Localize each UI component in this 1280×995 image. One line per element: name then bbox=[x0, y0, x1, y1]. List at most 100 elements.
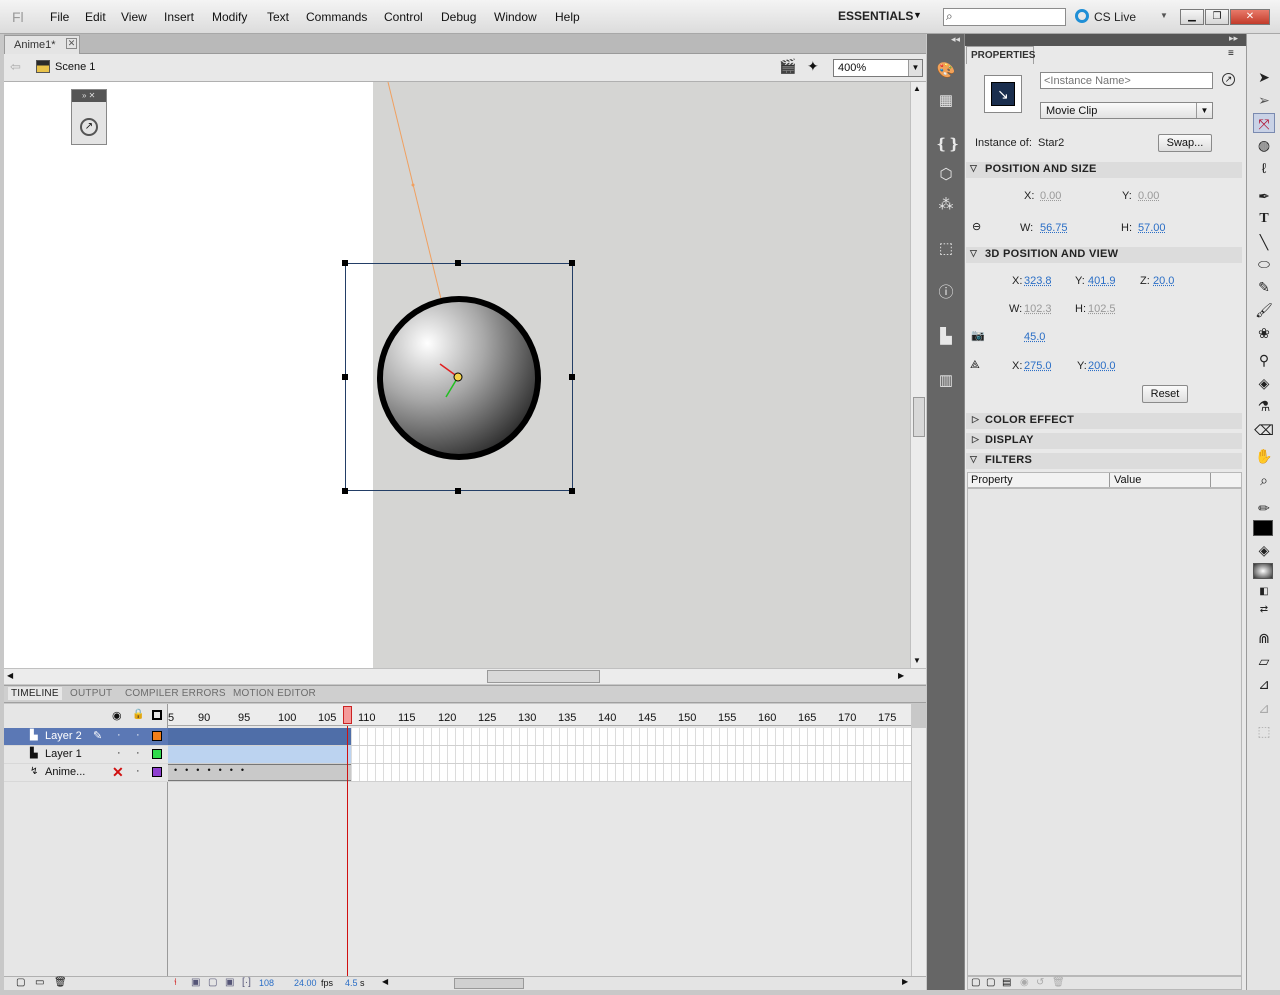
text-tool-icon[interactable]: T bbox=[1253, 209, 1275, 229]
tab-timeline[interactable]: TIMELINE bbox=[8, 687, 62, 700]
layer-color-swatch[interactable] bbox=[152, 767, 162, 777]
frame-ruler[interactable]: 5 90 95 100 105 110 115 120 125 130 135 … bbox=[168, 704, 911, 726]
add-filter-icon[interactable]: ▢ bbox=[971, 977, 980, 988]
free-transform-tool-icon[interactable]: ⤧ bbox=[1253, 113, 1275, 133]
stroke-color-swatch[interactable] bbox=[1253, 520, 1273, 536]
new-folder-icon[interactable]: ▭ bbox=[35, 977, 44, 988]
transform-handle[interactable] bbox=[569, 260, 575, 266]
link-proportions-icon[interactable]: ⊖ bbox=[972, 220, 981, 233]
fill-color-icon[interactable]: ◈ bbox=[1253, 540, 1275, 560]
vanishing-y-value[interactable]: 200.0 bbox=[1088, 360, 1116, 372]
w-value[interactable]: 56.75 bbox=[1040, 222, 1068, 234]
onion-outline-icon[interactable]: ▢ bbox=[208, 977, 217, 988]
restore-button[interactable]: ❐ bbox=[1205, 9, 1229, 25]
delete-layer-icon[interactable]: 🗑 bbox=[54, 977, 67, 988]
stage-vertical-scrollbar[interactable]: ▲ ▼ bbox=[910, 82, 926, 668]
chevron-down-icon[interactable]: ▼ bbox=[1196, 103, 1212, 118]
new-layer-icon[interactable]: ▢ bbox=[16, 977, 25, 988]
selection-tool-icon[interactable]: ➤ bbox=[1253, 67, 1275, 87]
collapse-panel-icon[interactable]: ◂◂ bbox=[951, 34, 960, 45]
reset-button[interactable]: Reset bbox=[1142, 385, 1188, 403]
y3d-value[interactable]: 401.9 bbox=[1088, 275, 1116, 287]
frame-row[interactable] bbox=[168, 746, 911, 764]
transform-handle[interactable] bbox=[455, 260, 461, 266]
actions-icon[interactable]: ❴❵ bbox=[935, 134, 960, 156]
minimize-button[interactable]: ▁ bbox=[1180, 9, 1204, 25]
scroll-right-icon[interactable]: ▶ bbox=[898, 671, 904, 680]
scroll-up-icon[interactable]: ▲ bbox=[913, 84, 921, 93]
transform-handle[interactable] bbox=[455, 488, 461, 494]
help-search-input[interactable] bbox=[943, 8, 1066, 26]
section-display[interactable]: ▷ DISPLAY bbox=[966, 433, 1242, 449]
scroll-right-icon[interactable]: ▶ bbox=[902, 977, 908, 986]
tab-motion-editor[interactable]: MOTION EDITOR bbox=[233, 688, 316, 699]
tab-properties[interactable]: PROPERTIES bbox=[966, 46, 1035, 64]
back-arrow-icon[interactable]: ⇦ bbox=[10, 59, 21, 75]
frame-row[interactable] bbox=[168, 728, 911, 746]
workspace-switcher[interactable]: ESSENTIALS bbox=[838, 9, 913, 23]
snap-magnet-icon[interactable]: ⋒ bbox=[1253, 628, 1275, 648]
tween-span[interactable] bbox=[168, 746, 351, 763]
section-position-size[interactable]: ▽ POSITION AND SIZE bbox=[966, 162, 1242, 178]
menu-debug[interactable]: Debug bbox=[441, 10, 476, 24]
enable-filter-icon[interactable]: ◉ bbox=[1020, 977, 1029, 988]
scroll-left-icon[interactable]: ◀ bbox=[7, 671, 13, 680]
tab-output[interactable]: OUTPUT bbox=[70, 688, 112, 699]
arrow-circle-icon[interactable]: ↗ bbox=[1222, 73, 1235, 86]
x-value[interactable]: 0.00 bbox=[1040, 190, 1061, 202]
edit-multiple-frames-icon[interactable]: ▣ bbox=[225, 977, 234, 988]
swap-colors-icon[interactable]: ⇄ bbox=[1253, 600, 1275, 620]
bone-tool-icon[interactable]: ⚲ bbox=[1253, 350, 1275, 370]
stage-horizontal-scrollbar[interactable]: ◀ ▶ bbox=[4, 668, 926, 684]
show-hide-all-icon[interactable]: ◉ bbox=[112, 709, 122, 722]
scroll-down-icon[interactable]: ▼ bbox=[913, 656, 921, 665]
hidden-x-icon[interactable]: ✕ bbox=[112, 764, 124, 781]
eraser-tool-icon[interactable]: ⌫ bbox=[1253, 420, 1275, 440]
color-palette-icon[interactable]: 🎨 bbox=[935, 60, 957, 82]
workspace-dropdown-icon[interactable]: ▼ bbox=[913, 10, 922, 20]
motion-presets-icon[interactable]: ⁂ bbox=[935, 194, 957, 216]
presets-icon[interactable]: ▢ bbox=[986, 977, 995, 988]
edit-symbols-icon[interactable]: ✦ bbox=[807, 58, 819, 75]
outline-all-icon[interactable] bbox=[152, 710, 162, 720]
layer-color-swatch[interactable] bbox=[152, 749, 162, 759]
pen-tool-icon[interactable]: ✒ bbox=[1253, 186, 1275, 206]
subselection-tool-icon[interactable]: ➢ bbox=[1253, 90, 1275, 110]
cslive-dropdown-icon[interactable]: ▼ bbox=[1160, 11, 1168, 20]
lock-dot[interactable]: · bbox=[136, 765, 140, 777]
visibility-dot[interactable]: · bbox=[117, 729, 121, 741]
tab-compiler-errors[interactable]: COMPILER ERRORS bbox=[125, 688, 226, 699]
hand-tool-icon[interactable]: ✋ bbox=[1253, 446, 1275, 466]
scene-label[interactable]: Scene 1 bbox=[55, 61, 95, 73]
symbol-type-select[interactable]: Movie Clip ▼ bbox=[1040, 102, 1213, 119]
scale-icon[interactable]: ⬚ bbox=[1253, 721, 1275, 741]
onion-skin-icon[interactable]: ▣ bbox=[191, 977, 200, 988]
y-value[interactable]: 0.00 bbox=[1138, 190, 1159, 202]
clipboard-icon[interactable]: ▤ bbox=[1002, 977, 1011, 988]
paint-bucket-tool-icon[interactable]: ◈ bbox=[1253, 373, 1275, 393]
layer-color-swatch[interactable] bbox=[152, 731, 162, 741]
document-tab[interactable]: Anime1* ✕ bbox=[4, 35, 80, 54]
scroll-left-icon[interactable]: ◀ bbox=[382, 977, 388, 986]
edit-scene-icon[interactable]: 🎬 bbox=[779, 58, 796, 75]
3d-rotation-tool-icon[interactable]: ◍ bbox=[1253, 135, 1275, 155]
close-window-button[interactable]: ✕ bbox=[1230, 9, 1270, 25]
keyframe-span[interactable]: ••••••• bbox=[168, 764, 351, 781]
center-frame-icon[interactable]: ⫮ bbox=[174, 977, 177, 988]
layer-row[interactable]: ↯ Anime... ✕ · bbox=[4, 764, 168, 782]
transform-handle[interactable] bbox=[342, 488, 348, 494]
menu-help[interactable]: Help bbox=[555, 10, 580, 24]
menu-window[interactable]: Window bbox=[494, 10, 537, 24]
align-icon[interactable]: ▙ bbox=[935, 326, 957, 348]
lock-dot[interactable]: · bbox=[136, 747, 140, 759]
layer-name[interactable]: Layer 1 bbox=[45, 748, 82, 760]
components-icon[interactable]: ⬡ bbox=[935, 164, 957, 186]
h-value[interactable]: 57.00 bbox=[1138, 222, 1166, 234]
frame-rate[interactable]: 24.00 bbox=[294, 978, 317, 988]
layer-row[interactable]: ▙ Layer 1 · · bbox=[4, 746, 168, 764]
expand-panel-icon[interactable]: ▸▸ bbox=[1229, 33, 1238, 44]
transform-handle[interactable] bbox=[342, 260, 348, 266]
swap-button[interactable]: Swap... bbox=[1158, 134, 1212, 152]
menu-control[interactable]: Control bbox=[384, 10, 423, 24]
line-tool-icon[interactable]: ╲ bbox=[1253, 232, 1275, 252]
